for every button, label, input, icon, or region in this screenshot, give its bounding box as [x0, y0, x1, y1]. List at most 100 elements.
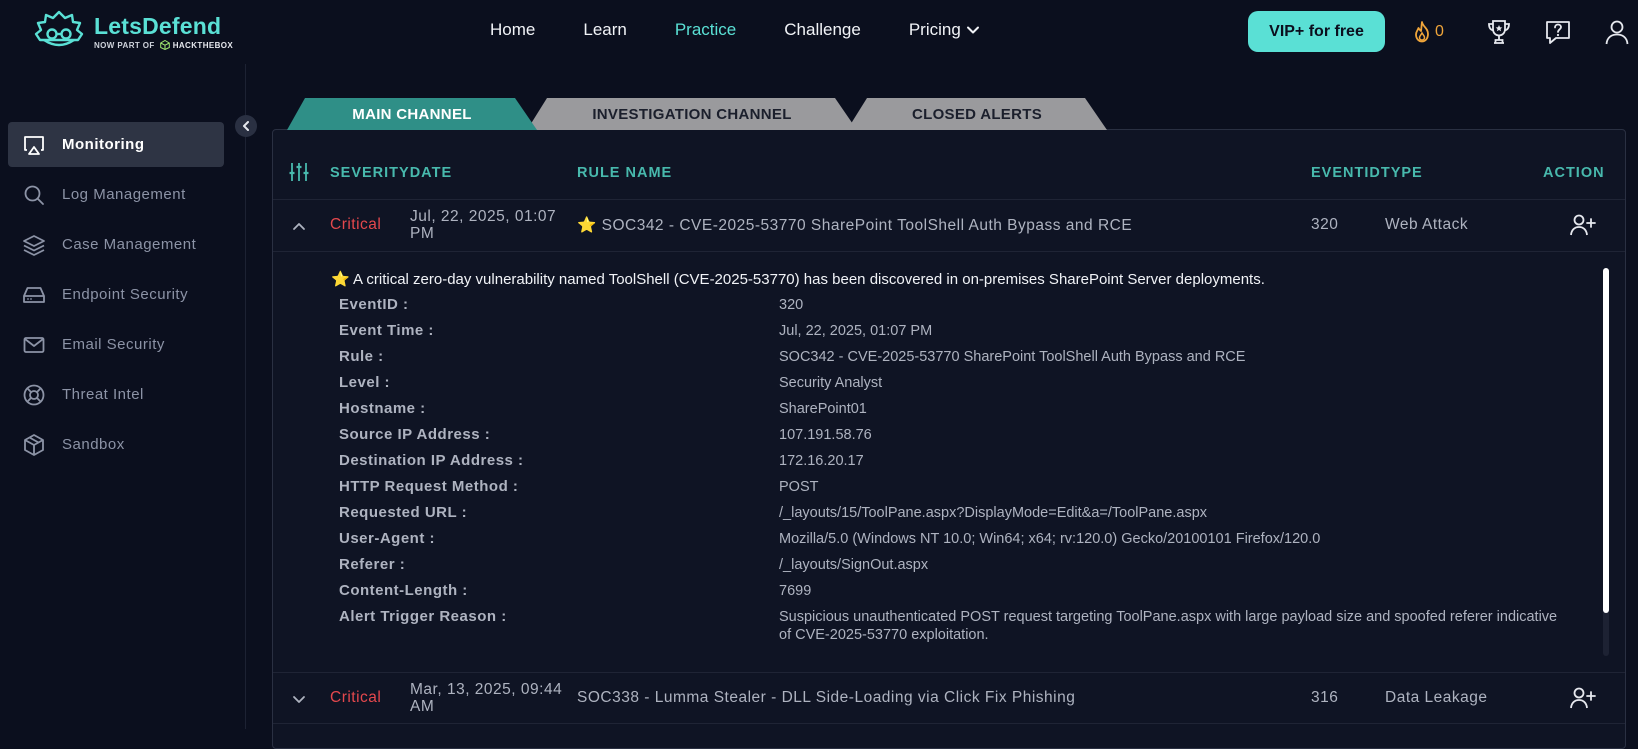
field-label: Requested URL :: [339, 504, 468, 521]
rule-name[interactable]: SOC338 - Lumma Stealer - DLL Side-Loadin…: [577, 689, 1075, 707]
field-label: Hostname :: [339, 400, 426, 417]
field-label: Event Time :: [339, 322, 434, 339]
field-label: Level :: [339, 374, 391, 391]
field-value: 7699: [779, 583, 812, 599]
vip-free-button[interactable]: VIP+ for free: [1248, 11, 1385, 52]
tab-investigation-channel[interactable]: INVESTIGATION CHANNEL: [527, 98, 857, 130]
alert-date: Mar, 13, 2025, 09:44 AM: [410, 681, 563, 715]
nav-learn[interactable]: Learn: [583, 20, 626, 40]
streak-count: 0: [1435, 23, 1444, 40]
field-value: 172.16.20.17: [779, 453, 864, 469]
header-severity-date[interactable]: SEVERITYDATE: [330, 165, 452, 181]
sidebar-item-label: Monitoring: [62, 136, 145, 153]
tab-label: INVESTIGATION CHANNEL: [592, 105, 792, 123]
sidebar-item-label: Endpoint Security: [62, 286, 189, 303]
sidebar-item-sandbox[interactable]: Sandbox: [8, 422, 224, 467]
field-value: Suspicious unauthenticated POST request …: [779, 609, 1558, 643]
field-value: 320: [779, 297, 804, 313]
sidebar-item-threat-intel[interactable]: Threat Intel: [8, 372, 224, 417]
field-label: Referer :: [339, 556, 406, 573]
event-type: Data Leakage: [1385, 689, 1488, 706]
layers-icon: [23, 234, 45, 256]
tab-closed-alerts[interactable]: CLOSED ALERTS: [847, 98, 1107, 130]
box-icon: [24, 433, 44, 456]
sidebar: Monitoring Log Management Case Managemen…: [0, 64, 246, 729]
table-row[interactable]: Critical Jul, 22, 2025, 01:07 PM ⭐ SOC34…: [273, 200, 1625, 252]
rule-name[interactable]: ⭐ SOC342 - CVE-2025-53770 SharePoint Too…: [577, 216, 1132, 235]
field-value: POST: [779, 479, 819, 495]
field-value: /_layouts/SignOut.aspx: [779, 557, 929, 573]
sidebar-item-label: Email Security: [62, 336, 165, 353]
nav-home[interactable]: Home: [490, 20, 535, 40]
chevron-down-icon[interactable]: [288, 688, 310, 710]
user-icon[interactable]: [1603, 18, 1631, 46]
brand-title: LetsDefend: [94, 13, 222, 39]
nav-pricing-label: Pricing: [908, 20, 961, 39]
sidebar-item-label: Log Management: [62, 186, 186, 203]
sidebar-item-monitoring[interactable]: Monitoring: [8, 122, 224, 167]
table-row[interactable]: Critical Mar, 13, 2025, 09:44 AM SOC338 …: [273, 672, 1625, 724]
detail-scrollbar[interactable]: [1603, 268, 1609, 656]
sidebar-item-label: Sandbox: [62, 436, 125, 453]
mail-icon: [23, 336, 45, 353]
brand-subtitle-htb: HACKTHEBOX: [172, 40, 234, 50]
sidebar-item-log-management[interactable]: Log Management: [8, 172, 224, 217]
alert-date: Jul, 22, 2025, 01:07 PM: [410, 208, 557, 242]
drive-icon: [23, 286, 45, 303]
trophy-icon[interactable]: [1485, 18, 1513, 46]
search-icon: [24, 185, 44, 205]
flame-icon: [1415, 21, 1429, 43]
nav-practice[interactable]: Practice: [675, 20, 736, 40]
field-value: SharePoint01: [779, 401, 867, 417]
scrollbar-thumb[interactable]: [1603, 268, 1609, 613]
lifebuoy-icon: [23, 384, 45, 405]
header-eventid-type[interactable]: EVENTIDTYPE: [1311, 165, 1423, 181]
filter-sliders-icon[interactable]: [288, 161, 310, 183]
header-action: ACTION: [1543, 165, 1605, 181]
field-value: /_layouts/15/ToolPane.aspx?DisplayMode=E…: [779, 505, 1208, 521]
field-label: HTTP Request Method :: [339, 478, 519, 495]
streak-counter[interactable]: 0: [1411, 20, 1444, 44]
field-value: Mozilla/5.0 (Windows NT 10.0; Win64; x64…: [779, 531, 1321, 547]
field-label: Alert Trigger Reason :: [339, 608, 507, 625]
brand-logo[interactable]: LetsDefend NOW PART OF HACKTHEBOX: [32, 10, 233, 54]
field-label: Content-Length :: [339, 582, 468, 599]
logo-mascot-icon: [34, 10, 84, 47]
nav-challenge[interactable]: Challenge: [784, 20, 861, 40]
chevron-left-icon: [243, 121, 249, 131]
sidebar-item-case-management[interactable]: Case Management: [8, 222, 224, 267]
sidebar-item-email-security[interactable]: Email Security: [8, 322, 224, 367]
monitor-icon: [24, 135, 44, 155]
field-value: SOC342 - CVE-2025-53770 SharePoint ToolS…: [779, 349, 1246, 365]
field-label: Destination IP Address :: [339, 452, 524, 469]
alerts-panel: SEVERITYDATE RULE NAME EVENTIDTYPE ACTIO…: [272, 129, 1626, 749]
chevron-up-icon[interactable]: [288, 215, 310, 237]
chevron-down-icon: [966, 26, 979, 34]
field-value: 107.191.58.76: [779, 427, 872, 443]
event-id: 316: [1311, 689, 1339, 706]
field-label: EventID :: [339, 296, 409, 313]
field-value: Security Analyst: [779, 375, 883, 391]
sidebar-item-label: Threat Intel: [62, 386, 144, 403]
header-rule-name[interactable]: RULE NAME: [577, 165, 672, 181]
htb-cube-icon: [159, 40, 170, 50]
field-label: User-Agent :: [339, 530, 436, 547]
sidebar-item-endpoint-security[interactable]: Endpoint Security: [8, 272, 224, 317]
help-icon[interactable]: [1544, 18, 1572, 46]
tab-main-channel[interactable]: MAIN CHANNEL: [287, 98, 537, 130]
sidebar-collapse-button[interactable]: [235, 115, 257, 137]
tab-label: CLOSED ALERTS: [911, 105, 1042, 123]
top-bar: LetsDefend NOW PART OF HACKTHEBOX Home L…: [0, 0, 1638, 64]
table-header: SEVERITYDATE RULE NAME EVENTIDTYPE ACTIO…: [273, 130, 1625, 200]
alert-detail: ⭐ A critical zero-day vulnerability name…: [273, 252, 1609, 657]
severity-badge: Critical: [330, 689, 382, 706]
assign-user-icon[interactable]: [1569, 213, 1597, 237]
field-value: Jul, 22, 2025, 01:07 PM: [779, 323, 933, 339]
main-nav: Home Learn Practice Challenge Pricing: [490, 20, 1029, 40]
event-type: Web Attack: [1385, 216, 1469, 233]
field-label: Source IP Address :: [339, 426, 491, 443]
assign-user-icon[interactable]: [1569, 686, 1597, 710]
alert-description: ⭐ A critical zero-day vulnerability name…: [331, 271, 1265, 288]
severity-badge: Critical: [330, 216, 382, 233]
nav-pricing[interactable]: Pricing: [909, 20, 981, 40]
